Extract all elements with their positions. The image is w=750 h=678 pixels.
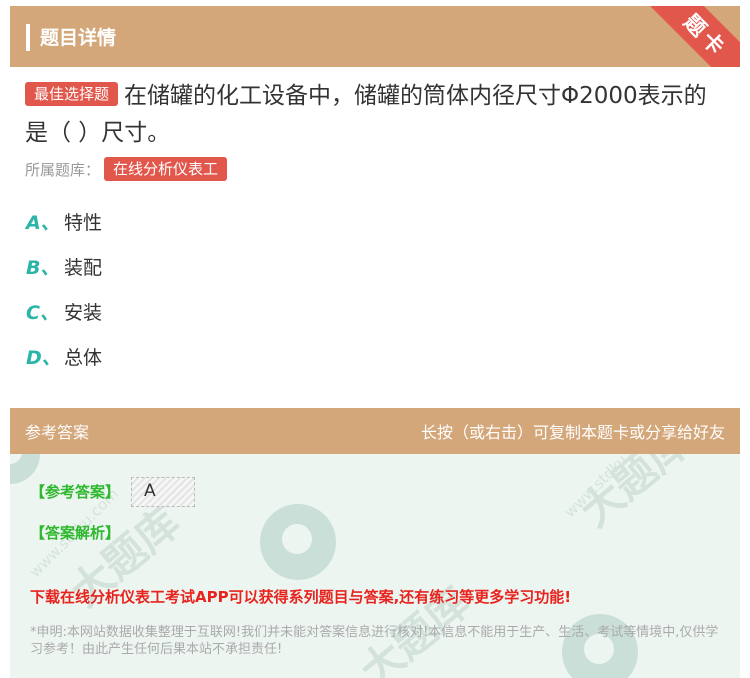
question-type-badge: 最佳选择题 (25, 82, 119, 106)
option-text: 装配 (64, 257, 103, 279)
option-letter: C、 (26, 302, 59, 324)
detail-header: 题目详情 题卡 (10, 6, 740, 67)
question-card-ribbon[interactable]: 题卡 (635, 6, 740, 67)
options-list: A、 特性 B、 装配 C、 安装 D、 总体 (26, 208, 102, 388)
option-letter: A、 (26, 212, 60, 234)
answer-section-header: 参考答案 长按（或右击）可复制本题卡或分享给好友 (10, 408, 740, 454)
watermark-logo-icon (10, 454, 40, 484)
option-b[interactable]: B、 装配 (26, 253, 102, 298)
option-letter: D、 (26, 347, 61, 369)
watermark-logo-icon (260, 504, 336, 580)
option-a[interactable]: A、 特性 (26, 208, 102, 253)
ribbon-label: 题卡 (679, 9, 732, 62)
answer-label: 【参考答案】 (30, 483, 121, 501)
option-letter: B、 (26, 257, 60, 279)
option-text: 总体 (64, 347, 103, 369)
download-app-link[interactable]: 下载在线分析仪表工考试APP可以获得系列题目与答案,还有练习等更多学习功能! (30, 586, 571, 607)
option-c[interactable]: C、 安装 (26, 298, 102, 343)
option-d[interactable]: D、 总体 (26, 343, 102, 388)
option-text: 特性 (64, 212, 103, 234)
question-text: 在储罐的化工设备中，储罐的筒体内径尺寸Φ2000表示的是（ ）尺寸。 (25, 83, 707, 146)
share-hint: 长按（或右击）可复制本题卡或分享给好友 (420, 423, 725, 442)
question-stem: 最佳选择题 在储罐的化工设备中，储罐的筒体内径尺寸Φ2000表示的是（ ）尺寸。 (25, 78, 725, 152)
question-bank-row: 所属题库： 在线分析仪表工 (25, 157, 228, 181)
answer-value: A (131, 477, 195, 507)
bank-label: 所属题库： (25, 160, 101, 179)
header-accent-bar (26, 24, 30, 51)
option-text: 安装 (64, 302, 103, 324)
analysis-label: 【答案解析】 (30, 524, 121, 542)
answer-section-title: 参考答案 (25, 423, 90, 442)
answer-panel: 大题库 大题库 大题库 www.stdku.com www.stdku.com … (10, 454, 740, 678)
page-title: 题目详情 (40, 27, 117, 49)
disclaimer-text: *申明:本网站数据收集整理于互联网!我们并未能对答案信息进行核对!本信息不能用于… (30, 625, 719, 657)
bank-tag[interactable]: 在线分析仪表工 (104, 157, 228, 181)
